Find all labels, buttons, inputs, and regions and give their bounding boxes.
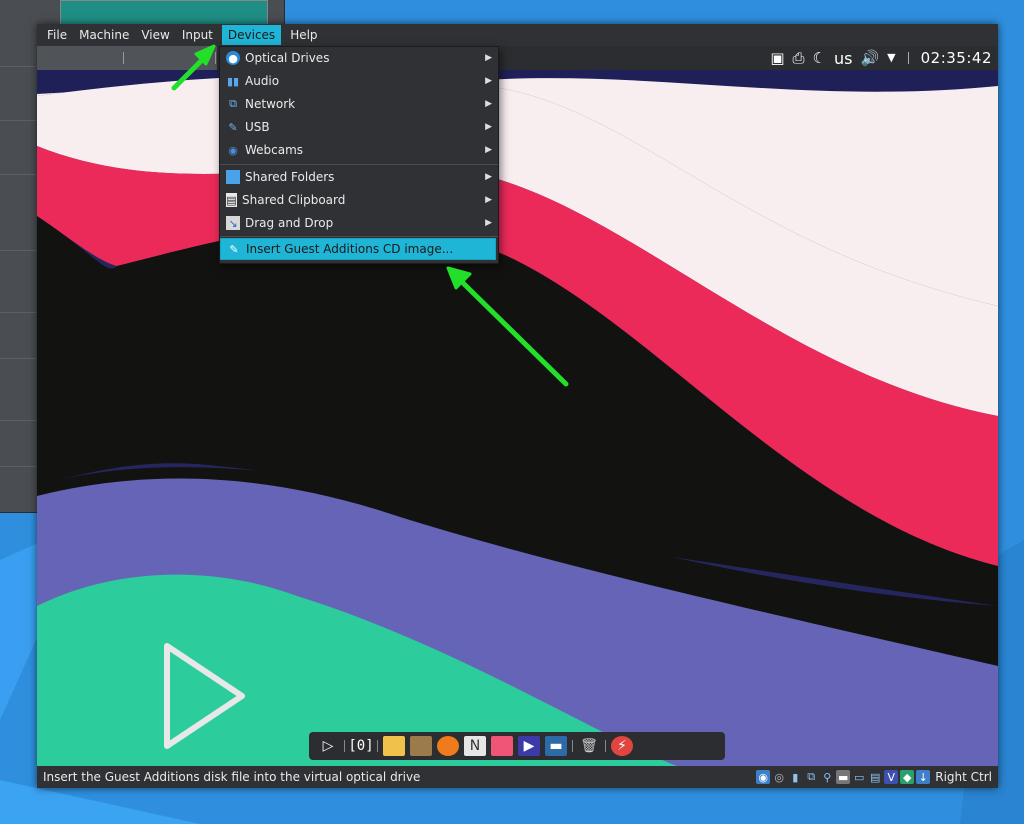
keyboard-layout-indicator[interactable]: us [834,49,852,68]
menu-help[interactable]: Help [284,25,323,45]
menu-item-network[interactable]: ⧉ Network ▶ [220,93,498,115]
guest-top-panel: ▣ ⎙ ☾ us 🔊 ▼ 02:35:42 [37,46,998,70]
folder-icon [226,170,240,184]
host-window-thumbnail [60,0,268,26]
optical-drive-status-icon[interactable]: ◎ [772,770,786,784]
drag-drop-icon: ↘ [226,216,240,230]
menu-separator [220,236,498,237]
menu-item-audio[interactable]: ▮▮ Audio ▶ [220,70,498,92]
menu-view[interactable]: View [135,25,175,45]
menu-item-shared-folders[interactable]: Shared Folders ▶ [220,166,498,188]
menu-machine[interactable]: Machine [73,25,135,45]
mouse-integration-icon[interactable]: ◆ [900,770,915,784]
usb-status-icon[interactable]: ⚲ [820,770,834,784]
network-status-icon[interactable]: ⧉ [804,770,818,784]
cd-insert-icon: ✎ [229,242,239,256]
statusbar-message: Insert the Guest Additions disk file int… [43,770,421,784]
submenu-arrow-icon: ▶ [485,145,492,155]
submenu-arrow-icon: ▶ [485,53,492,63]
optical-disc-icon: ● [226,51,240,65]
hard-disk-status-icon[interactable]: ◉ [756,770,771,784]
power-icon[interactable]: ⚡ [611,736,633,756]
volume-icon[interactable]: 🔊 [860,46,879,70]
workspace-switcher-icon[interactable]: [0] [348,736,373,756]
guest-dock: ▷ [0] N ▶ ▬ 🗑 ⚡ [309,732,725,760]
chevron-down-icon[interactable]: ▼ [887,46,895,70]
network-icon: ⧉ [229,97,237,110]
submenu-arrow-icon: ▶ [485,76,492,86]
display-status-icon[interactable]: ▭ [852,770,866,784]
audio-icon: ▮▮ [226,74,240,88]
firefox-icon[interactable] [437,736,459,756]
night-mode-icon[interactable]: ☾ [813,46,826,70]
submenu-arrow-icon: ▶ [485,99,492,109]
archive-manager-icon[interactable] [410,736,432,756]
text-editor-icon[interactable]: N [464,736,486,756]
terminal-app-icon[interactable]: ▬ [545,736,567,756]
launcher-play-icon[interactable]: ▷ [317,736,339,756]
media-player-icon[interactable]: ▶ [518,736,540,756]
webcam-icon: ◉ [228,143,238,157]
audio-status-icon[interactable]: ▮ [788,770,802,784]
menu-file[interactable]: File [41,25,73,45]
menu-item-webcams[interactable]: ◉ Webcams ▶ [220,139,498,161]
cpu-status-icon[interactable]: V [884,770,899,784]
printer-icon[interactable]: ⎙ [793,46,805,70]
menu-item-insert-guest-additions[interactable]: ✎ Insert Guest Additions CD image... [220,238,496,260]
clipboard-icon: ▤ [226,193,237,207]
menu-input[interactable]: Input [176,25,219,45]
files-folder-icon[interactable] [383,736,405,756]
menu-item-shared-clipboard[interactable]: ▤ Shared Clipboard ▶ [220,189,498,211]
guest-panel-left-area [37,46,217,70]
guest-clock[interactable]: 02:35:42 [921,49,992,67]
shared-folder-status-icon[interactable]: ▬ [836,770,851,784]
usb-icon: ✎ [228,120,238,134]
submenu-arrow-icon: ▶ [485,218,492,228]
statusbar-device-icons: ◉ ◎ ▮ ⧉ ⚲ ▬ ▭ ▤ V ◆ ↓ Right Ctrl [756,770,998,784]
grid-app-icon[interactable] [491,736,513,756]
vm-menubar: File Machine View Input Devices Help [37,24,998,46]
guest-screen[interactable]: ▣ ⎙ ☾ us 🔊 ▼ 02:35:42 ▷ [0] N ▶ ▬ 🗑 ⚡ [37,46,998,766]
submenu-arrow-icon: ▶ [485,122,492,132]
guest-system-tray: ▣ ⎙ ☾ us 🔊 ▼ 02:35:42 [770,46,998,70]
submenu-arrow-icon: ▶ [485,195,492,205]
menu-separator [220,164,498,165]
menu-item-usb[interactable]: ✎ USB ▶ [220,116,498,138]
menu-devices[interactable]: Devices [221,25,282,45]
menu-item-optical-drives[interactable]: ● Optical Drives ▶ [220,47,498,69]
recording-status-icon[interactable]: ▤ [868,770,882,784]
trash-icon[interactable]: 🗑 [578,736,600,756]
tray-app-icon[interactable]: ▣ [770,46,784,70]
menu-item-drag-and-drop[interactable]: ↘ Drag and Drop ▶ [220,212,498,234]
submenu-arrow-icon: ▶ [485,172,492,182]
keyboard-capture-icon[interactable]: ↓ [916,770,931,784]
virtualbox-vm-window[interactable]: File Machine View Input Devices Help ▣ ⎙ [37,24,998,788]
devices-dropdown-menu: ● Optical Drives ▶ ▮▮ Audio ▶ ⧉ Network … [219,46,499,264]
host-key-label: Right Ctrl [935,770,992,784]
guest-wallpaper [37,46,998,766]
vm-statusbar: Insert the Guest Additions disk file int… [37,766,998,788]
